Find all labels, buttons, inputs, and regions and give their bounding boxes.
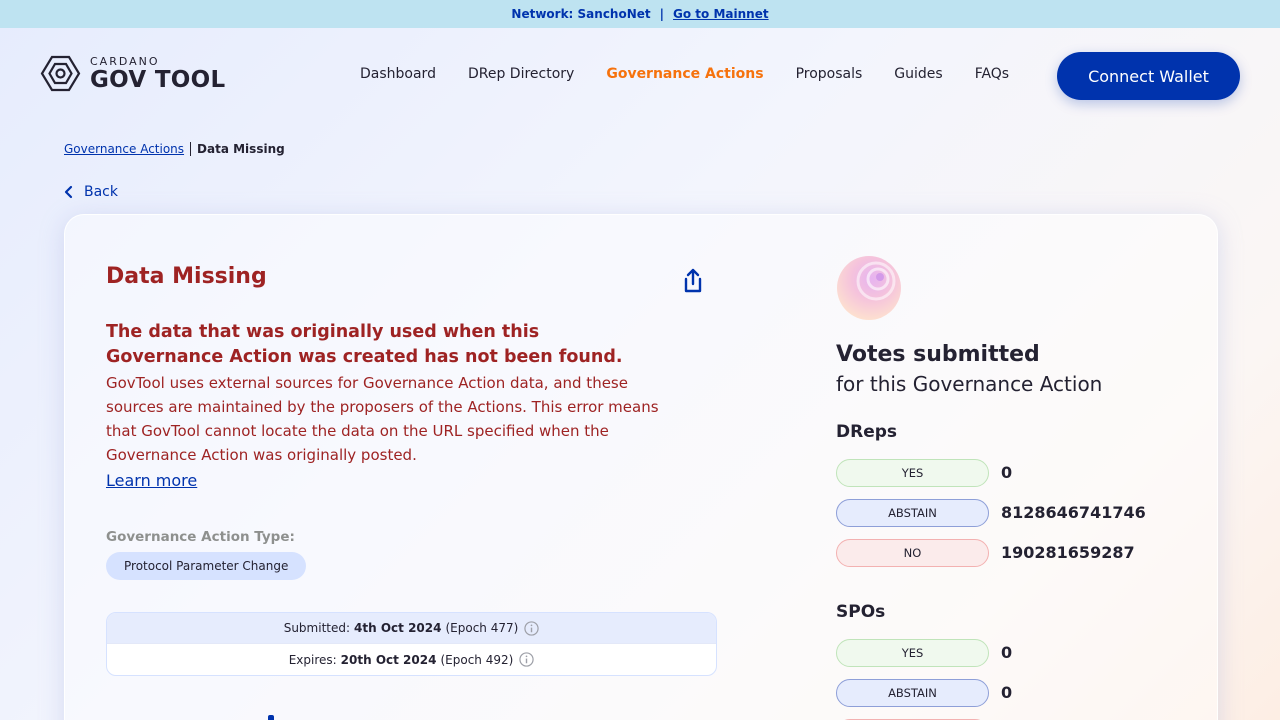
breadcrumb-governance-actions[interactable]: Governance Actions	[64, 142, 184, 156]
spo-yes-value: 0	[1001, 643, 1013, 662]
spo-yes-badge: YES	[836, 639, 989, 667]
nav-guides[interactable]: Guides	[894, 66, 942, 82]
drep-yes-badge: YES	[836, 459, 989, 487]
learn-more-link[interactable]: Learn more	[106, 471, 197, 490]
error-description: GovTool uses external sources for Govern…	[106, 374, 659, 464]
nav-faqs[interactable]: FAQs	[975, 66, 1009, 82]
expires-row: Expires: 20th Oct 2024 (Epoch 492)	[107, 644, 716, 675]
nav-proposals[interactable]: Proposals	[796, 66, 863, 82]
breadcrumb-divider	[190, 142, 192, 156]
votes-subtitle: for this Governance Action	[836, 372, 1103, 396]
expires-epoch: (Epoch 492)	[440, 652, 514, 667]
dates-box: Submitted: 4th Oct 2024 (Epoch 477) Expi…	[106, 612, 717, 676]
chevron-left-icon	[64, 185, 73, 199]
error-heading: The data that was originally used when t…	[106, 322, 623, 367]
info-icon[interactable]	[524, 620, 539, 636]
drep-no-badge: NO	[836, 539, 989, 567]
breadcrumb: Governance Actions Data Missing	[64, 142, 285, 156]
nav-dashboard[interactable]: Dashboard	[360, 66, 436, 82]
share-icon[interactable]	[681, 267, 705, 295]
submitted-date: 4th Oct 2024	[354, 621, 442, 635]
hexagon-logo-icon	[40, 55, 81, 92]
nav-governance-actions[interactable]: Governance Actions	[606, 66, 763, 82]
votes-title: Votes submitted	[836, 342, 1040, 367]
drep-abstain-badge: ABSTAIN	[836, 499, 989, 527]
votes-illustration-icon	[837, 256, 901, 320]
logo-govtool-text: GOV TOOL	[90, 66, 226, 93]
submitted-label: Submitted:	[283, 621, 351, 635]
spo-abstain-badge: ABSTAIN	[836, 679, 989, 707]
logo-cardano-text: CARDANO	[90, 54, 160, 68]
spos-title: SPOs	[836, 602, 886, 622]
partial-icon	[268, 715, 274, 720]
nav-drep-directory[interactable]: DRep Directory	[468, 66, 574, 82]
submitted-row: Submitted: 4th Oct 2024 (Epoch 477)	[107, 613, 716, 644]
page-title: Data Missing	[106, 264, 267, 289]
expires-date: 20th Oct 2024	[340, 652, 437, 667]
go-to-mainnet-link[interactable]: Go to Mainnet	[673, 7, 769, 21]
action-type-badge: Protocol Parameter Change	[106, 552, 307, 580]
submitted-epoch: (Epoch 477)	[445, 621, 519, 635]
network-label: Network: SanchoNet	[511, 7, 651, 21]
drep-yes-value: 0	[1001, 463, 1013, 482]
back-label: Back	[84, 184, 118, 200]
drep-abstain-value: 8128646741746	[1001, 503, 1146, 522]
connect-wallet-button[interactable]: Connect Wallet	[1057, 52, 1240, 100]
spo-abstain-value: 0	[1001, 683, 1013, 702]
governance-action-card: Data Missing The data that was originall…	[64, 214, 1218, 720]
back-link[interactable]: Back	[64, 184, 118, 200]
expires-label: Expires:	[288, 652, 337, 667]
action-type-label: Governance Action Type:	[106, 529, 295, 545]
info-icon[interactable]	[519, 652, 534, 667]
drep-no-value: 190281659287	[1001, 543, 1135, 562]
main-nav: Dashboard DRep Directory Governance Acti…	[360, 66, 1041, 82]
dreps-title: DReps	[836, 422, 898, 442]
banner-separator: |	[659, 7, 665, 21]
gov-tool-logo[interactable]: CARDANO GOV TOOL	[40, 55, 225, 92]
network-banner: Network: SanchoNet | Go to Mainnet	[0, 0, 1280, 28]
breadcrumb-current: Data Missing	[197, 142, 285, 156]
